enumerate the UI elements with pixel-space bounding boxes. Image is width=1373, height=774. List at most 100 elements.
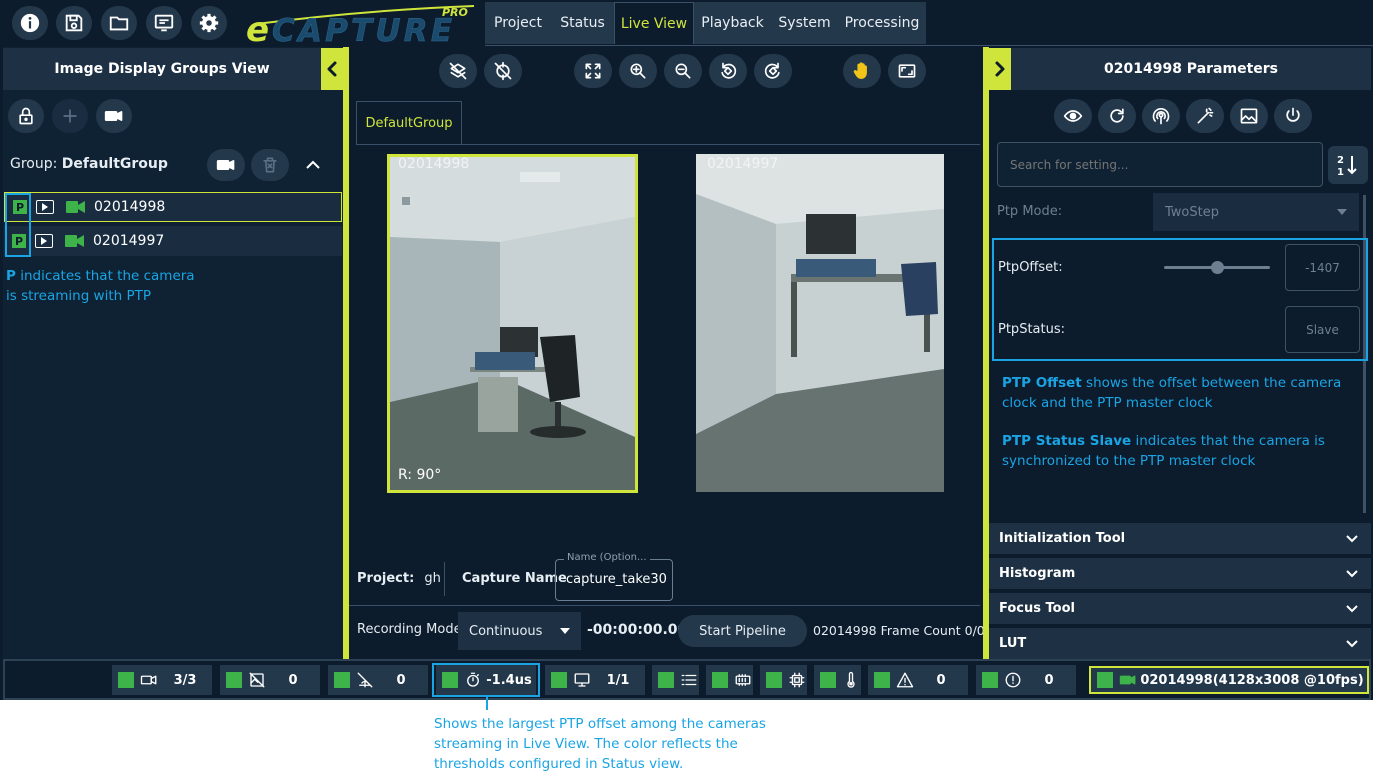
open-folder-button[interactable] [101, 6, 137, 40]
rotate-right-button[interactable] [754, 54, 792, 88]
collapse-right-panel-button[interactable] [989, 48, 1011, 90]
ptp-offset-value[interactable]: -1407 [1285, 244, 1360, 291]
zoom-in-button[interactable] [619, 54, 657, 88]
add-camera-button[interactable] [96, 99, 132, 133]
play-icon[interactable] [36, 200, 54, 214]
memory-icon [735, 674, 751, 686]
group-label: Group: [10, 156, 58, 172]
ptp-offset-slider-thumb[interactable] [1210, 261, 1224, 274]
ptp-offset-slider[interactable] [1164, 261, 1270, 274]
status-dropped-value: 0 [288, 672, 298, 688]
eye-icon [1063, 110, 1083, 122]
no-focus-button[interactable] [484, 54, 522, 88]
tab-processing[interactable]: Processing [838, 2, 926, 44]
status-storage[interactable] [652, 665, 699, 695]
accordion-label: Initialization Tool [999, 531, 1126, 546]
tab-status[interactable]: Status [551, 2, 614, 44]
tab-live-view[interactable]: Live View [614, 2, 694, 44]
status-errors[interactable]: 0 [976, 665, 1076, 695]
tab-default-group[interactable]: DefaultGroup [356, 101, 462, 145]
status-temperature[interactable] [814, 665, 861, 695]
power-button[interactable] [1274, 99, 1312, 133]
ann1-bold: PTP Offset [1002, 375, 1082, 391]
project-value: gh [424, 571, 441, 586]
no-overlay-button[interactable] [439, 54, 477, 88]
plus-icon [63, 109, 77, 123]
tab-system[interactable]: System [771, 2, 838, 44]
accordion-lut[interactable]: LUT [989, 628, 1371, 659]
annotation-p: P [6, 268, 16, 284]
add-group-button[interactable] [52, 99, 88, 133]
rotate-left-button[interactable] [709, 54, 747, 88]
aspect-ratio-button[interactable] [888, 54, 926, 88]
play-icon[interactable] [35, 234, 53, 248]
display-button[interactable] [146, 6, 182, 40]
project-label: Project: [357, 571, 415, 586]
image-off-icon [249, 672, 265, 688]
zoom-out-button[interactable] [664, 54, 702, 88]
image-icon [1240, 108, 1258, 124]
capture-name-field[interactable]: Name (Option... capture_take30 [555, 552, 673, 601]
lock-button[interactable] [8, 99, 44, 133]
auto-adjust-button[interactable] [1186, 99, 1224, 133]
monitor-icon [574, 673, 590, 687]
status-dropped-frames[interactable]: 0 [220, 665, 320, 695]
tab-project[interactable]: Project [485, 2, 551, 44]
capture-name-field-label: Name (Option... [564, 552, 650, 563]
accordion-focus-tool[interactable]: Focus Tool [989, 593, 1371, 624]
ann2-line2: synchronized to the PTP master clock [1002, 453, 1256, 469]
camera-row-02014998[interactable]: P 02014998 [4, 192, 342, 222]
ptp-mode-label: Ptp Mode: [997, 204, 1063, 219]
video-camera-icon [140, 675, 157, 685]
start-pipeline-button[interactable]: Start Pipeline [678, 615, 807, 647]
footer-annotation-line3: thresholds configured in Status view. [434, 756, 684, 772]
delete-group-button[interactable] [251, 149, 289, 181]
status-warnings[interactable]: 0 [868, 665, 968, 695]
refresh-icon [1110, 108, 1124, 123]
search-setting-input[interactable] [997, 142, 1323, 187]
search-setting-field[interactable] [998, 143, 1322, 186]
status-memory[interactable] [706, 665, 753, 695]
camera-image-02014998[interactable] [387, 154, 638, 493]
hand-icon [853, 62, 867, 79]
pan-button[interactable] [843, 54, 881, 88]
collapse-left-panel-button[interactable] [321, 48, 343, 90]
camera-row-02014997[interactable]: P 02014997 [4, 226, 342, 256]
info-button[interactable] [12, 6, 48, 40]
status-errors-value: 0 [1044, 672, 1054, 688]
status-cameras[interactable]: 3/3 [112, 665, 212, 695]
status-ptp-warnings[interactable]: 0 [328, 665, 428, 695]
image-button[interactable] [1230, 99, 1268, 133]
status-indicator [551, 672, 567, 688]
collapse-group-button[interactable] [305, 157, 323, 173]
left-panel-divider [343, 47, 349, 659]
trash-icon [263, 157, 277, 173]
recording-mode-value: Continuous [469, 623, 543, 639]
camera-image-02014997[interactable] [696, 154, 944, 492]
status-displays[interactable]: 1/1 [545, 665, 645, 695]
group-name: DefaultGroup [61, 156, 168, 172]
sort-button[interactable]: 21 [1328, 146, 1368, 184]
preview-button[interactable] [1054, 99, 1092, 133]
fit-to-screen-button[interactable] [574, 54, 612, 88]
status-cpu[interactable] [760, 665, 807, 695]
ptp-mode-select[interactable]: TwoStep [1153, 193, 1359, 231]
accordion-histogram[interactable]: Histogram [989, 558, 1371, 589]
signal-off-icon [357, 672, 373, 688]
tab-playback[interactable]: Playback [694, 2, 771, 44]
save-button[interactable] [56, 6, 92, 40]
accordion-label: Focus Tool [999, 601, 1075, 616]
ptp-status-value[interactable]: Slave [1285, 306, 1360, 353]
status-indicator [118, 672, 134, 688]
settings-button[interactable] [191, 6, 227, 40]
broadcast-button[interactable] [1142, 99, 1180, 133]
rotate-right-icon [764, 62, 780, 79]
group-camera-button[interactable] [207, 149, 245, 181]
accordion-initialization-tool[interactable]: Initialization Tool [989, 523, 1371, 554]
accordion-label: Histogram [999, 566, 1076, 581]
chevron-up-icon [306, 160, 320, 169]
video-camera-icon [1119, 675, 1136, 685]
refresh-button[interactable] [1098, 99, 1136, 133]
status-camera-info[interactable]: 02014998(4128x3008 @10fps) [1089, 666, 1369, 694]
recording-mode-select[interactable]: Continuous [458, 612, 581, 650]
